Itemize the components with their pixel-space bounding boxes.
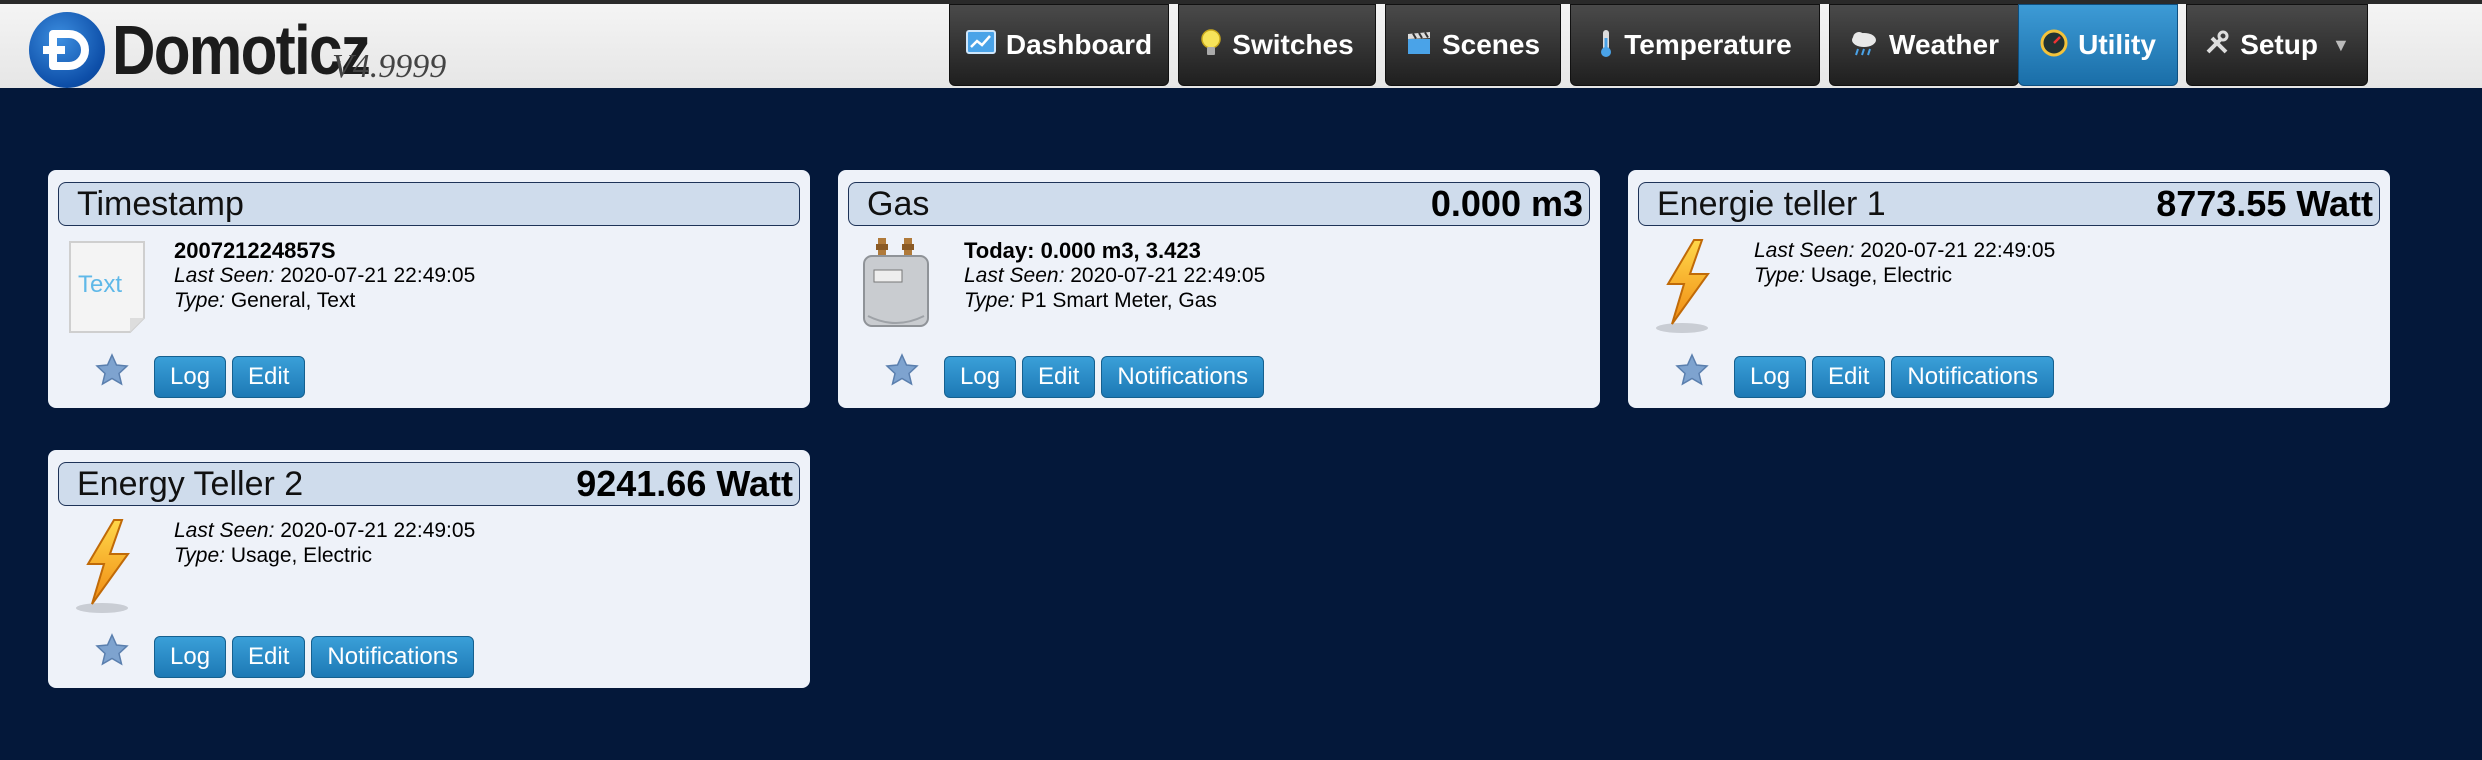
device-info: 200721224857S Last Seen: 2020-07-21 22:4… [174, 238, 475, 313]
nav-label: Weather [1889, 29, 1999, 60]
device-card-gas: Gas 0.000 m3 Today: 0.000 m3, 3.423 Last… [838, 170, 1600, 408]
device-name: Gas [867, 185, 930, 223]
device-status: 200721224857S [174, 238, 336, 263]
last-seen-value: 2020-07-21 22:49:05 [1860, 239, 2056, 262]
last-seen-label: Last Seen: [1754, 239, 1855, 262]
device-info: Last Seen: 2020-07-21 22:49:05 Type: Usa… [174, 518, 475, 568]
brand-version: V4.9999 [332, 48, 447, 85]
log-button[interactable]: Log [154, 636, 227, 678]
nav-label: Utility [2078, 29, 2156, 60]
device-info: Today: 0.000 m3, 3.423 Last Seen: 2020-0… [964, 238, 1265, 313]
nav-label: Switches [1232, 29, 1354, 60]
last-seen-label: Last Seen: [964, 264, 1065, 287]
type-label: Type: [1754, 264, 1805, 287]
nav-label: Dashboard [1005, 29, 1153, 60]
card-actions: Log Edit [154, 356, 306, 398]
svg-text:Text: Text [78, 271, 122, 298]
device-card-energie-teller-1: Energie teller 1 8773.55 Watt Last Seen:… [1628, 170, 2390, 408]
thermometer-icon [1598, 28, 1614, 63]
last-seen-value: 2020-07-21 22:49:05 [280, 264, 476, 287]
device-name: Energy Teller 2 [77, 465, 304, 503]
dashboard-icon [965, 29, 996, 61]
card-header: Timestamp [58, 182, 800, 226]
device-card-timestamp: Timestamp Text 200721224857S Last Seen: … [48, 170, 810, 408]
log-button[interactable]: Log [1734, 356, 1807, 398]
log-button[interactable]: Log [944, 356, 1017, 398]
type-label: Type: [174, 289, 225, 312]
last-seen-label: Last Seen: [174, 519, 275, 542]
nav-label: Setup [2240, 29, 2318, 60]
device-name: Energie teller 1 [1657, 185, 1886, 223]
domoticz-logo-icon [29, 12, 105, 88]
nav-scenes[interactable]: Scenes [1385, 4, 1561, 86]
log-button[interactable]: Log [154, 356, 227, 398]
favorite-star-icon[interactable] [94, 632, 130, 668]
cloud-rain-icon [1849, 29, 1879, 62]
device-value: 0.000 m3 [1430, 183, 1583, 224]
nav-utility[interactable]: Utility [2018, 4, 2178, 86]
nav-dashboard[interactable]: Dashboard [949, 4, 1169, 86]
gauge-icon [2040, 29, 2068, 62]
device-status: Today: 0.000 m3, 3.423 [964, 238, 1201, 263]
type-value: P1 Smart Meter, Gas [1020, 289, 1217, 312]
text-icon: Text [62, 236, 152, 336]
type-value: General, Text [230, 289, 356, 312]
chevron-down-icon: ▼ [2331, 34, 2350, 55]
favorite-star-icon[interactable] [94, 352, 130, 388]
type-label: Type: [174, 544, 225, 567]
card-actions: Log Edit Notifications [944, 356, 1265, 398]
device-value: 8773.55 Watt [2156, 183, 2373, 224]
nav-temperature[interactable]: Temperature [1570, 4, 1820, 86]
card-actions: Log Edit Notifications [1734, 356, 2055, 398]
last-seen-value: 2020-07-21 22:49:05 [280, 519, 476, 542]
type-label: Type: [964, 289, 1015, 312]
brand-name: Domoticz [112, 11, 371, 89]
last-seen-label: Last Seen: [174, 264, 275, 287]
device-name: Timestamp [77, 185, 244, 223]
type-value: Usage, Electric [230, 544, 373, 567]
nav-setup[interactable]: Setup ▼ [2186, 4, 2368, 86]
type-value: Usage, Electric [1810, 264, 1953, 287]
edit-button[interactable]: Edit [232, 636, 306, 678]
favorite-star-icon[interactable] [884, 352, 920, 388]
gas-meter-icon [852, 236, 942, 336]
device-info: Last Seen: 2020-07-21 22:49:05 Type: Usa… [1754, 238, 2055, 288]
device-card-energy-teller-2: Energy Teller 2 9241.66 Watt Last Seen: … [48, 450, 810, 688]
notifications-button[interactable]: Notifications [1101, 356, 1265, 398]
card-header: Gas 0.000 m3 [848, 182, 1590, 226]
clapperboard-icon [1406, 30, 1432, 61]
edit-button[interactable]: Edit [1022, 356, 1096, 398]
favorite-star-icon[interactable] [1674, 352, 1710, 388]
edit-button[interactable]: Edit [1812, 356, 1886, 398]
nav-label: Scenes [1441, 29, 1541, 60]
nav-label: Temperature [1624, 29, 1792, 60]
lightning-icon [1642, 236, 1732, 336]
lightning-icon [62, 516, 152, 616]
card-actions: Log Edit Notifications [154, 636, 475, 678]
notifications-button[interactable]: Notifications [1891, 356, 2055, 398]
last-seen-value: 2020-07-21 22:49:05 [1070, 264, 1266, 287]
notifications-button[interactable]: Notifications [311, 636, 475, 678]
edit-button[interactable]: Edit [232, 356, 306, 398]
card-header: Energie teller 1 8773.55 Watt [1638, 182, 2380, 226]
device-value: 9241.66 Watt [576, 463, 793, 504]
tools-icon [2204, 30, 2230, 61]
card-header: Energy Teller 2 9241.66 Watt [58, 462, 800, 506]
nav-switches[interactable]: Switches [1178, 4, 1376, 86]
nav-weather[interactable]: Weather [1829, 4, 2019, 86]
lightbulb-icon [1200, 28, 1222, 63]
